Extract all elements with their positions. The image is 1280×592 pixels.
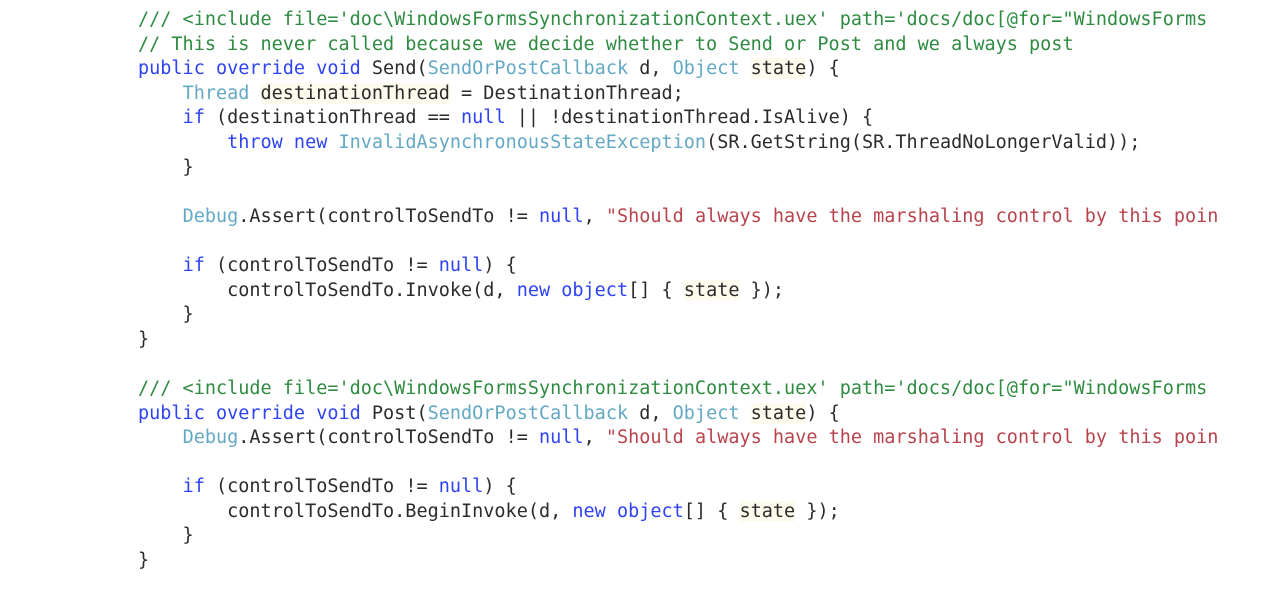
code-token: ) { [806,402,840,424]
code-line: /// <include file='doc\WindowsFormsSynch… [138,377,1280,402]
code-token: if [182,476,205,498]
code-line: } [138,156,1280,181]
code-token: (SR.GetString(SR.ThreadNoLongerValid)); [706,131,1141,153]
code-token: destinationThread [260,82,450,104]
code-token: null [438,476,484,498]
code-token: Debug [182,205,239,227]
code-token: d, [628,58,673,80]
code-line: // This is never called because we decid… [138,33,1280,58]
code-token: = DestinationThread; [449,82,684,104]
code-token: Debug [182,427,239,449]
code-token: , [583,205,606,227]
code-token: InvalidAsynchronousStateException [338,131,707,153]
code-token: Post( [371,402,428,424]
code-token: state [739,500,796,522]
code-token: state [750,402,807,424]
code-line: public override void Send(SendOrPostCall… [138,57,1280,82]
code-token: .Assert(controlToSendTo != [238,427,539,449]
code-token: "Should always have the marshaling contr… [605,427,1219,449]
code-token: null [539,427,584,449]
code-line: } [138,328,1280,353]
code-token: (controlToSendTo != [204,476,439,498]
code-line: /// <include file='doc\WindowsFormsSynch… [138,8,1280,33]
code-token: if [182,107,205,129]
code-token: }); [739,279,785,301]
code-token: (destinationThread == [204,107,462,129]
code-token: null [539,205,584,227]
code-token: ) { [483,254,517,276]
code-token: } [138,328,150,350]
code-line: } [138,549,1280,574]
code-token: Object [672,402,740,424]
code-line: Thread destinationThread = DestinationTh… [138,82,1280,107]
code-token: // This is never called because we decid… [138,33,1074,55]
code-token: null [461,107,506,129]
code-token: d, [628,402,673,424]
code-token: controlToSendTo.Invoke(d, [138,279,517,301]
code-token: || !destinationThread.IsAlive) { [505,107,874,129]
code-line: if (destinationThread == null || !destin… [138,106,1280,131]
code-token: ) { [806,58,840,80]
code-token: } [138,525,194,547]
code-token: "Should always have the marshaling contr… [605,205,1219,227]
code-token: public override void [138,402,372,424]
code-token: null [438,254,484,276]
code-token: [] { [628,279,684,301]
code-token: if [182,254,205,276]
code-token: state [750,58,807,80]
code-token: [] { [683,500,740,522]
code-token: /// <include file='doc\WindowsFormsSynch… [138,9,1208,30]
code-line: Debug.Assert(controlToSendTo != null, "S… [138,426,1280,451]
code-line: throw new InvalidAsynchronousStateExcept… [138,131,1280,156]
code-token: new object [516,279,629,301]
code-token: state [683,279,740,301]
code-token: } [138,156,194,178]
code-token: } [138,304,194,326]
code-token: /// <include file='doc\WindowsFormsSynch… [138,377,1208,399]
code-token: public override void [138,58,372,80]
code-token: SendOrPostCallback [427,402,629,424]
code-token: ) { [483,476,517,498]
code-token: Send( [371,58,428,80]
code-line: } [138,303,1280,328]
code-token: } [138,550,150,572]
code-token: new object [572,500,684,522]
code-token: Object [672,58,740,80]
code-line: if (controlToSendTo != null) { [138,254,1280,279]
code-line: if (controlToSendTo != null) { [138,475,1280,500]
code-token: Thread [182,82,250,104]
code-token: controlToSendTo.BeginInvoke(d, [138,500,573,522]
code-token: (controlToSendTo != [204,254,439,276]
code-token: throw new [227,131,328,153]
code-token: }); [795,500,840,522]
code-token: , [583,427,606,449]
code-viewer[interactable]: /// <include file='doc\WindowsFormsSynch… [0,0,1280,592]
code-line: controlToSendTo.Invoke(d, new object[] {… [138,279,1280,304]
code-text-area[interactable]: /// <include file='doc\WindowsFormsSynch… [138,8,1280,574]
code-token: SendOrPostCallback [427,58,629,80]
code-line: } [138,524,1280,549]
code-line: Debug.Assert(controlToSendTo != null, "S… [138,205,1280,230]
code-line: controlToSendTo.BeginInvoke(d, new objec… [138,500,1280,525]
code-token: .Assert(controlToSendTo != [238,205,539,227]
code-line: public override void Post(SendOrPostCall… [138,402,1280,427]
